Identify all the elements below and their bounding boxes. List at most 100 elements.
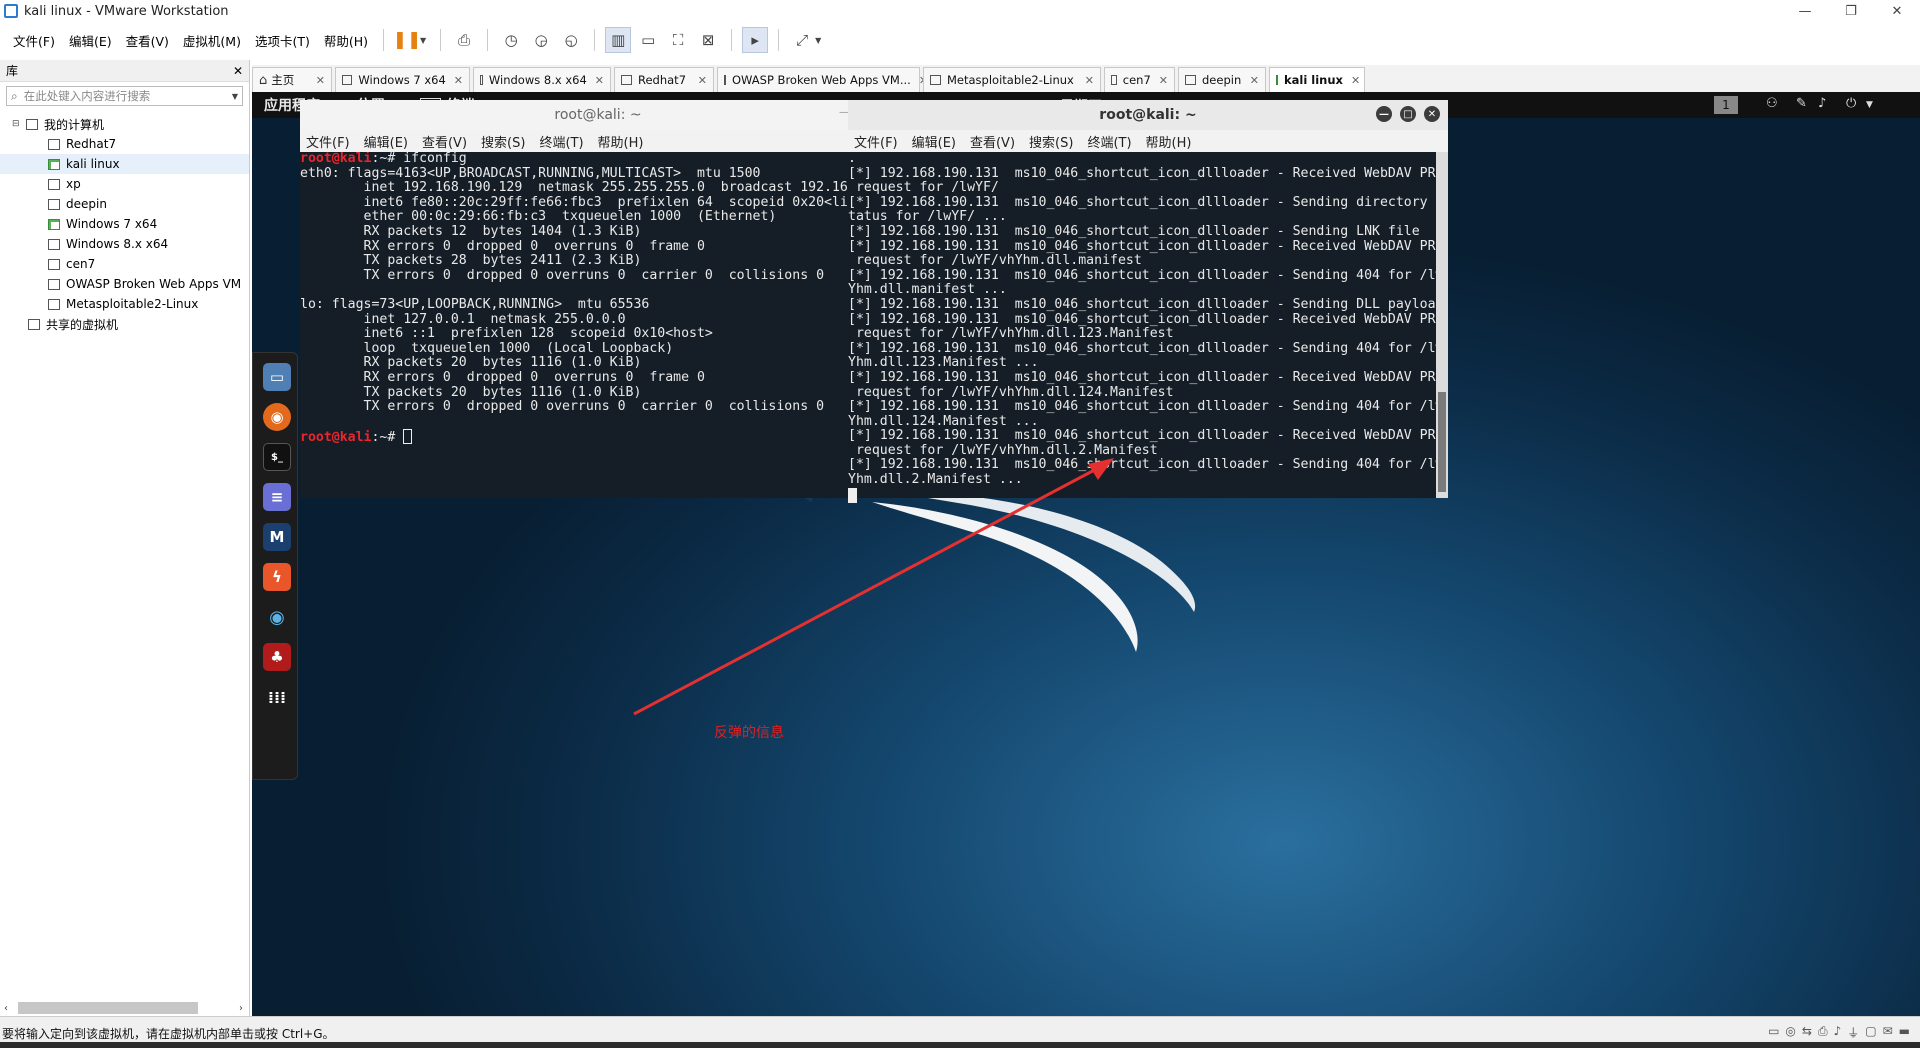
cd-rom-icon[interactable]: ◎ [1785,1024,1795,1041]
metasploit-icon[interactable]: M [263,523,291,551]
guest-display[interactable]: 应用程序 ▼ 位置 ▼ >_ 终端 ▼ 星期四 00:07 1 ⚇ ✎ ♪ ⏻ … [252,92,1920,1016]
menu-edit[interactable]: 编辑(E) [912,132,956,151]
menu-vm[interactable]: 虚拟机(M) [176,31,248,50]
menu-search[interactable]: 搜索(S) [481,132,525,151]
chevron-down-icon[interactable]: ▼ [420,36,426,45]
chevron-down-icon[interactable]: ▼ [1866,100,1873,110]
close-icon[interactable]: ✕ [587,74,604,87]
tab-vm[interactable]: cen7 ✕ [1104,67,1175,92]
tab-vm[interactable]: Redhat7 ✕ [614,67,714,92]
snapshot-manager-icon[interactable]: ◵ [558,27,584,53]
tree-node-shared[interactable]: 共享的虚拟机 [0,314,249,334]
close-icon[interactable]: ✕ [1343,74,1360,87]
close-icon[interactable]: ✕ [1151,74,1168,87]
library-search-input[interactable]: ⌕ 在此处键入内容进行搜索 ▼ [6,86,243,106]
close-icon[interactable]: ✕ [233,64,243,78]
close-icon[interactable]: ✕ [1242,74,1259,87]
menu-terminal[interactable]: 终端(T) [539,132,583,151]
tree-node-vm[interactable]: cen7 [0,254,249,274]
fullscreen-status-icon[interactable]: ▬ [1899,1024,1910,1041]
menu-view[interactable]: 查看(V) [970,132,1015,151]
chevron-down-icon[interactable]: ▼ [815,36,821,45]
menu-view[interactable]: 查看(V) [422,132,467,151]
close-icon[interactable]: ✕ [1874,0,1920,22]
network-icon[interactable]: ⚇ [1766,96,1778,111]
tree-node-vm[interactable]: Metasploitable2-Linux [0,294,249,314]
show-apps-icon[interactable]: ⁞⁞⁞ [263,683,291,711]
revert-snapshot-icon[interactable]: ◶ [528,27,554,53]
message-icon[interactable]: ✉ [1883,1024,1893,1041]
tab-vm[interactable]: deepin ✕ [1178,67,1266,92]
send-ctrl-alt-del-icon[interactable]: ⎙ [451,27,477,53]
scrollbar-thumb[interactable] [1438,392,1446,492]
terminal-titlebar[interactable]: root@kali: ~ — □ ✕ [848,100,1448,130]
minimize-icon[interactable]: — [1782,0,1828,22]
burpsuite-icon[interactable]: ϟ [263,563,291,591]
library-scrollbar[interactable]: ‹ › [4,1000,243,1016]
tab-vm[interactable]: Metasploitable2-Linux ✕ [923,67,1101,92]
thumbnail-view-icon[interactable]: ▭ [635,27,661,53]
power-icon[interactable]: ⏻ [1846,96,1856,111]
menu-file[interactable]: 文件(F) [6,31,62,50]
tab-home[interactable]: ⌂ 主页 ✕ [252,67,332,92]
cherrytree-icon[interactable]: ♣ [263,643,291,671]
terminal-window-msf[interactable]: root@kali: ~ — □ ✕ 文件(F) 编辑(E) 查看(V) 搜索(… [848,100,1448,503]
menu-terminal[interactable]: 终端(T) [1087,132,1131,151]
stretch-guest-icon[interactable]: ⤢ [789,27,815,53]
tree-node-vm[interactable]: xp [0,174,249,194]
menu-edit[interactable]: 编辑(E) [364,132,408,151]
display-icon[interactable]: ▢ [1865,1024,1876,1041]
restore-icon[interactable]: ❐ [1828,0,1874,22]
close-icon[interactable]: ✕ [1424,106,1440,122]
terminal-window-ifconfig[interactable]: root@kali: ~ — □ ✕ 文件(F) 编辑(E) 查看(V) 搜索(… [300,100,896,498]
menu-file[interactable]: 文件(F) [854,132,898,151]
sound-icon[interactable]: ♪ [1834,1024,1842,1041]
volume-icon[interactable]: ♪ [1818,96,1826,111]
minimize-icon[interactable]: — [1376,106,1392,122]
tree-node-vm[interactable]: kali linux [0,154,249,174]
network-adapter-icon[interactable]: ⇆ [1802,1024,1812,1041]
eye-icon[interactable]: ◉ [263,603,291,631]
menu-help[interactable]: 帮助(H) [598,132,644,151]
snapshot-icon[interactable]: ◷ [498,27,524,53]
unity-icon[interactable]: ⊠ [695,27,721,53]
full-screen-icon[interactable]: ⛶ [665,27,691,53]
terminal-scrollbar[interactable] [1436,152,1448,498]
menu-file[interactable]: 文件(F) [306,132,350,151]
hard-disk-icon[interactable]: ▭ [1768,1024,1779,1041]
collapse-icon[interactable]: ⊟ [12,119,22,129]
menu-help[interactable]: 帮助(H) [317,31,375,50]
close-icon[interactable]: ✕ [1077,74,1094,87]
close-icon[interactable]: ✕ [308,74,325,87]
tab-vm[interactable]: Windows 7 x64 ✕ [335,67,470,92]
workspace-indicator[interactable]: 1 [1714,96,1738,114]
tab-vm[interactable]: OWASP Broken Web Apps VM... ✕ [717,67,928,92]
library-view-icon[interactable]: ▥ [605,27,632,53]
usb-icon[interactable]: ⏚ [1847,1024,1859,1041]
console-view-icon[interactable]: ▸ [742,27,769,53]
tab-kali-linux[interactable]: kali linux ✕ [1269,67,1365,92]
pause-icon[interactable]: ❚❚ [393,27,422,53]
tree-node-vm[interactable]: Windows 7 x64 [0,214,249,234]
menu-search[interactable]: 搜索(S) [1029,132,1073,151]
chevron-down-icon[interactable]: ▼ [232,92,238,101]
tree-node-vm[interactable]: Redhat7 [0,134,249,154]
menu-edit[interactable]: 编辑(E) [62,31,119,50]
printer-icon[interactable]: ⎙ [1818,1024,1828,1041]
scrollbar-thumb[interactable] [18,1002,198,1014]
tree-node-vm[interactable]: OWASP Broken Web Apps VM [0,274,249,294]
tree-node-vm[interactable]: deepin [0,194,249,214]
notes-icon[interactable]: ≡ [263,483,291,511]
maximize-icon[interactable]: □ [1400,106,1416,122]
tab-vm[interactable]: Windows 8.x x64 ✕ [473,67,611,92]
menu-view[interactable]: 查看(V) [119,31,176,50]
menu-tabs[interactable]: 选项卡(T) [248,31,317,50]
firefox-icon[interactable]: ◉ [263,403,291,431]
scroll-left-icon[interactable]: ‹ [4,1003,8,1014]
pen-icon[interactable]: ✎ [1796,96,1807,111]
scroll-right-icon[interactable]: › [239,1003,243,1014]
tree-node-vm[interactable]: Windows 8.x x64 [0,234,249,254]
menu-help[interactable]: 帮助(H) [1146,132,1192,151]
tree-node-my-computer[interactable]: ⊟ 我的计算机 [0,114,249,134]
terminal-icon[interactable]: $_ [263,443,291,471]
